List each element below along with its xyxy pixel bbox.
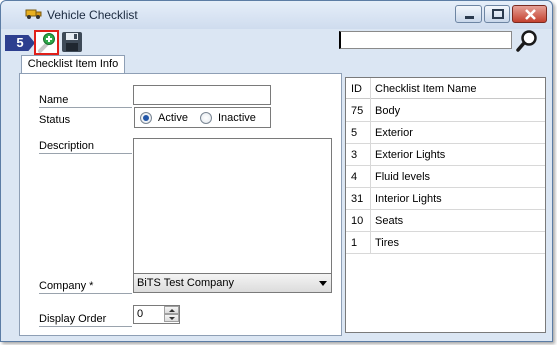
title-bar: Vehicle Checklist — [1, 1, 552, 29]
close-icon — [525, 9, 536, 20]
grid-header-id[interactable]: ID — [351, 83, 362, 95]
row-id: 10 — [351, 215, 364, 227]
display-order-label-underline — [39, 326, 132, 327]
row-name: Body — [375, 105, 401, 117]
chevron-down-icon — [319, 281, 327, 286]
search-button[interactable] — [514, 29, 540, 53]
company-label: Company * — [39, 280, 94, 292]
status-label: Status — [39, 114, 71, 126]
company-select[interactable]: BiTS Test Company — [133, 273, 332, 293]
row-id: 4 — [351, 171, 358, 183]
status-inactive-label[interactable]: Inactive — [218, 112, 256, 124]
row-id: 31 — [351, 193, 364, 205]
row-id: 3 — [351, 149, 358, 161]
name-label-underline — [39, 107, 132, 108]
close-button[interactable] — [512, 5, 547, 23]
tab-checklist-item-info[interactable]: Checklist Item Info — [21, 55, 125, 74]
save-button[interactable] — [61, 31, 83, 53]
maximize-button[interactable] — [484, 5, 510, 23]
table-row[interactable]: 10 Seats — [346, 210, 545, 232]
row-name: Seats — [375, 215, 404, 227]
company-select-value: BiTS Test Company — [137, 277, 235, 289]
row-name: Exterior Lights — [375, 149, 446, 161]
checklist-item-form: Name Status Active Inactive Description … — [19, 73, 342, 336]
save-disk-icon — [62, 32, 82, 52]
row-name: Interior Lights — [375, 193, 442, 205]
maximize-icon — [492, 9, 504, 19]
stepper-down-button[interactable] — [164, 314, 179, 322]
display-order-label: Display Order — [39, 313, 107, 325]
display-order-value: 0 — [137, 308, 144, 320]
vehicle-checklist-window: Vehicle Checklist 5 Checklist Item Info … — [0, 0, 553, 342]
status-radio-group: Active Inactive — [134, 107, 271, 128]
row-id: 1 — [351, 237, 358, 249]
row-name: Tires — [375, 237, 400, 249]
table-row[interactable]: 4 Fluid levels — [346, 166, 545, 188]
description-field[interactable] — [133, 138, 332, 275]
name-field[interactable] — [133, 85, 271, 105]
row-name: Fluid levels — [375, 171, 431, 183]
name-label: Name — [39, 94, 69, 106]
grid-header-name[interactable]: Checklist Item Name — [375, 83, 476, 95]
status-inactive-radio[interactable] — [200, 112, 212, 124]
checklist-items-grid[interactable]: ID Checklist Item Name 75 Body 5 Exterio… — [345, 77, 546, 333]
minimize-button[interactable] — [455, 5, 482, 23]
status-active-radio[interactable] — [140, 112, 152, 124]
truck-icon — [25, 9, 42, 19]
row-name: Exterior — [375, 127, 413, 139]
magnifier-icon — [516, 30, 537, 52]
stepper-up-button[interactable] — [164, 306, 179, 314]
window-title: Vehicle Checklist — [47, 8, 138, 22]
company-label-underline — [39, 293, 132, 294]
table-row[interactable]: 1 Tires — [346, 232, 545, 254]
new-item-button[interactable] — [34, 30, 59, 55]
grid-header-row: ID Checklist Item Name — [346, 78, 545, 99]
table-row[interactable]: 5 Exterior — [346, 122, 545, 144]
row-id: 75 — [351, 105, 364, 117]
table-row[interactable]: 31 Interior Lights — [346, 188, 545, 210]
add-new-icon — [38, 33, 55, 53]
table-row[interactable]: 3 Exterior Lights — [346, 144, 545, 166]
description-label-underline — [39, 153, 132, 154]
minimize-icon — [465, 16, 474, 19]
search-input[interactable] — [339, 31, 512, 49]
status-active-label[interactable]: Active — [158, 112, 188, 124]
description-label: Description — [39, 140, 95, 152]
row-id: 5 — [351, 127, 358, 139]
table-row[interactable]: 75 Body — [346, 100, 545, 122]
display-order-stepper[interactable]: 0 — [133, 305, 180, 324]
